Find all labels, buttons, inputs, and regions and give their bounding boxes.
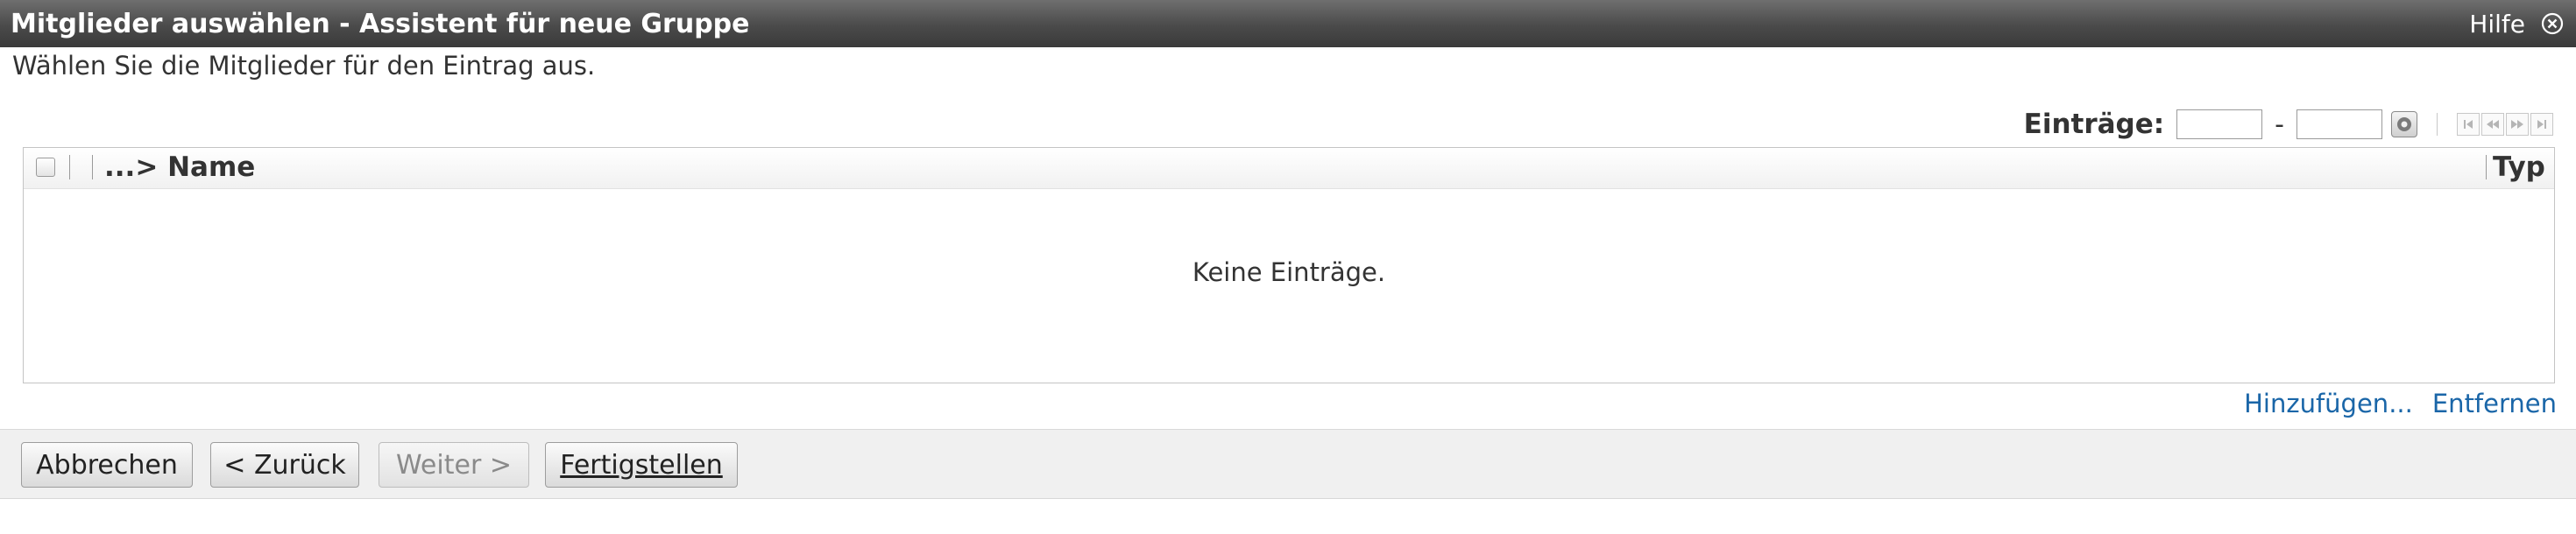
help-link[interactable]: Hilfe xyxy=(2469,10,2525,39)
close-icon[interactable] xyxy=(2541,12,2564,35)
last-page-icon[interactable] xyxy=(2530,113,2553,136)
column-separator xyxy=(69,155,70,179)
column-header-type[interactable]: Typ xyxy=(2493,151,2545,183)
entries-label: Einträge: xyxy=(2023,109,2165,140)
first-page-icon[interactable] xyxy=(2457,113,2480,136)
back-button-label: < Zurück xyxy=(223,449,346,481)
members-table: ...> Name Typ Keine Einträge. xyxy=(23,147,2555,383)
wizard-footer: Abbrechen < Zurück Weiter > Fertigstelle… xyxy=(0,429,2576,499)
previous-page-icon[interactable] xyxy=(2481,113,2504,136)
wizard-description: Wählen Sie die Mitglieder für den Eintra… xyxy=(12,51,596,81)
pager-divider xyxy=(2437,113,2438,136)
add-members-link[interactable]: Hinzufügen... xyxy=(2244,389,2413,418)
entries-range-bar: Einträge: - xyxy=(2024,107,2553,142)
column-header-name[interactable]: ...> Name xyxy=(104,151,255,183)
member-actions: Hinzufügen... Entfernen xyxy=(2244,389,2557,418)
cancel-button[interactable]: Abbrechen xyxy=(21,442,193,488)
next-button[interactable]: Weiter > xyxy=(379,442,529,488)
go-icon[interactable] xyxy=(2391,111,2417,137)
table-header: ...> Name Typ xyxy=(24,148,2554,189)
column-separator xyxy=(2486,155,2487,179)
column-separator xyxy=(92,155,93,179)
next-button-label: Weiter > xyxy=(396,449,512,481)
finish-button[interactable]: Fertigstellen xyxy=(545,442,738,488)
range-to-input[interactable] xyxy=(2296,109,2382,139)
range-from-input[interactable] xyxy=(2176,109,2263,139)
remove-members-link[interactable]: Entfernen xyxy=(2432,389,2557,418)
range-separator: - xyxy=(2275,109,2284,140)
cancel-button-label: Abbrechen xyxy=(36,449,178,481)
title-bar: Mitglieder auswählen - Assistent für neu… xyxy=(0,0,2576,47)
back-button[interactable]: < Zurück xyxy=(210,442,359,488)
empty-table-message: Keine Einträge. xyxy=(1192,257,1386,287)
window-title: Mitglieder auswählen - Assistent für neu… xyxy=(11,8,750,39)
pager-controls xyxy=(2457,113,2553,136)
select-all-checkbox[interactable] xyxy=(36,158,55,177)
finish-button-label: Fertigstellen xyxy=(560,449,723,481)
next-page-icon[interactable] xyxy=(2506,113,2529,136)
